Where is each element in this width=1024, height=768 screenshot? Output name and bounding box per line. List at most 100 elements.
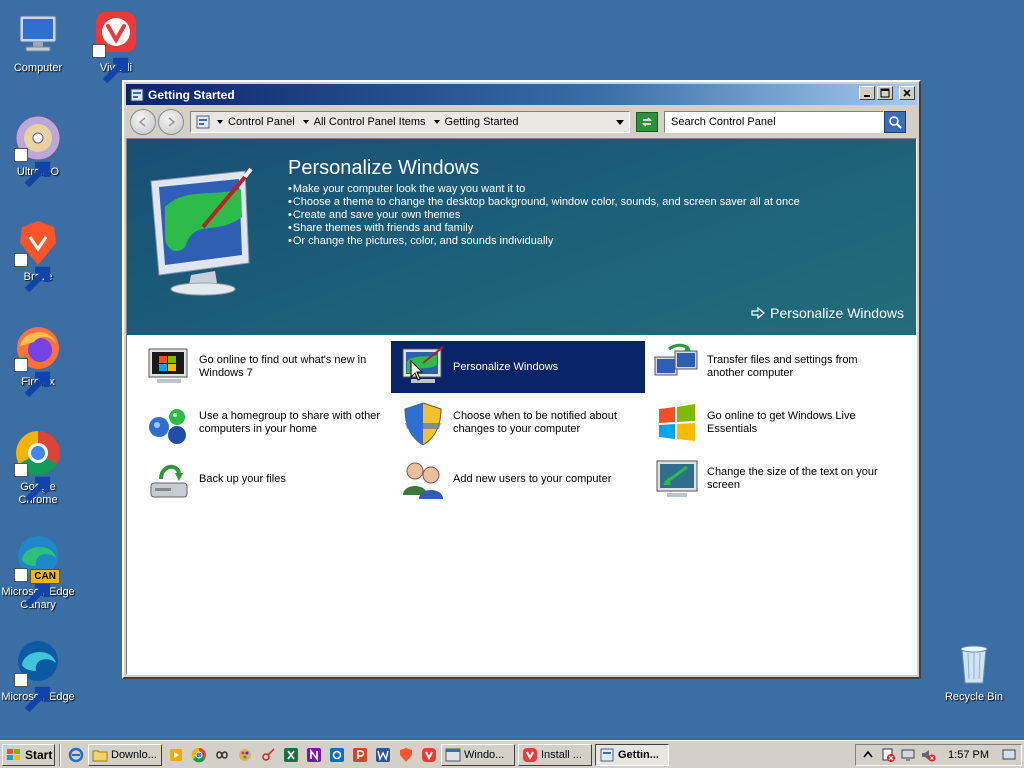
taskbar-button-getting-started[interactable]: Gettin... [595,743,669,766]
sniping-icon[interactable] [257,744,279,766]
forward-button[interactable] [158,109,184,135]
start-button[interactable]: Start [2,743,55,766]
media-icon[interactable] [165,744,187,766]
taskbar-button-install[interactable]: Install ... [518,743,592,766]
breadcrumb-control-panel[interactable]: Control Panel [217,116,295,128]
hero-bullet: Make your computer look the way you want… [288,183,800,196]
task-personalize-windows[interactable]: Personalize Windows [391,341,645,393]
chevron-down-icon[interactable] [615,117,625,127]
homegroup-icon [145,399,193,447]
back-button[interactable] [130,109,156,135]
system-tray: 1:57 PM [855,743,1022,766]
windows-flag-icon [7,748,20,760]
task-label: Transfer files and settings from another… [707,354,858,379]
shortcut-arrow-icon [14,358,51,398]
paint-icon[interactable] [234,744,256,766]
control-panel-icon [130,88,144,102]
desktop-icon-brave[interactable]: Brave [0,219,76,293]
refresh-icon [642,117,652,127]
task-label: Change the size of the text on your scre… [707,466,878,491]
maximize-button[interactable] [877,86,893,100]
vivaldi-icon [523,747,537,762]
task-label: Add new users to your computer [453,472,612,485]
desktop-icon-edge[interactable]: Microsoft Edge [0,639,76,713]
hero-bullet: Share themes with friends and family [288,222,800,235]
firefox-icon [14,324,62,398]
edge-icon [14,639,62,713]
task-label: Personalize Windows [453,360,559,373]
hero-bullet: Create and save your own themes [288,209,800,222]
desktop-icon-edge-canary[interactable]: CAN Microsoft Edge Canary [0,534,76,612]
forward-arrow-icon [168,117,176,127]
minimize-button[interactable] [859,86,875,100]
task-backup[interactable]: Back up your files [137,453,391,505]
task-windows-live[interactable]: Go online to get Windows Live Essentials [645,397,899,449]
brave-icon [14,219,62,293]
folder-icon [92,750,108,761]
search-input[interactable] [671,116,877,128]
desktop-icon-vivaldi[interactable]: Vivaldi [78,10,154,84]
clock[interactable]: 1:57 PM [948,749,989,761]
uac-shield-icon [399,399,447,447]
internet-explorer-icon[interactable] [65,744,87,766]
arrow-right-icon [751,306,766,320]
transfer-icon [653,343,701,391]
infinity-icon[interactable] [211,744,233,766]
address-bar[interactable]: Control Panel All Control Panel Items Ge… [190,111,630,133]
network-icon[interactable] [900,747,916,763]
breadcrumb-all-items[interactable]: All Control Panel Items [302,116,426,128]
volume-muted-icon[interactable] [920,747,936,763]
hero-bullet: Choose a theme to change the desktop bac… [288,196,800,209]
window-title: Getting Started [148,87,235,102]
personalize-windows-link[interactable]: Personalize Windows [751,305,904,321]
onenote-icon[interactable] [303,744,325,766]
task-homegroup[interactable]: Use a homegroup to share with other comp… [137,397,391,449]
action-center-icon[interactable] [880,747,896,763]
vivaldi-icon[interactable] [418,744,440,766]
search-field[interactable] [664,111,884,133]
edge-canary-icon: CAN [14,534,62,608]
desktop-icon-recycle-bin[interactable]: Recycle Bin [936,639,1012,704]
brave-icon[interactable] [395,744,417,766]
desktop-icon-firefox[interactable]: Firefox [0,324,76,398]
powerpoint-icon[interactable] [349,744,371,766]
task-label: Back up your files [199,472,286,485]
shortcut-arrow-icon [14,673,51,713]
hero-bullet-list: Make your computer look the way you want… [288,183,800,248]
users-icon [399,455,447,503]
search-button[interactable] [884,111,906,133]
whats-new-icon [145,343,193,391]
desktop-icon-chrome[interactable]: Google Chrome [0,429,76,507]
breadcrumb-getting-started[interactable]: Getting Started [433,116,519,128]
control-panel-icon [195,114,211,130]
ultraiso-icon [14,114,62,188]
task-add-users[interactable]: Add new users to your computer [391,453,645,505]
refresh-button[interactable] [636,112,658,132]
task-label: Use a homegroup to share with other comp… [199,410,380,435]
shortcut-arrow-icon [14,463,51,503]
shortcut-arrow-icon [14,148,51,188]
windows-live-icon [653,399,701,447]
task-transfer-files[interactable]: Transfer files and settings from another… [645,341,899,393]
word-icon[interactable] [372,744,394,766]
outlook-icon[interactable] [326,744,348,766]
taskbar-button-downloads[interactable]: Downlo... [88,743,162,766]
taskbar-button-window[interactable]: Windo... [441,743,515,766]
desktop-icon-label: Computer [13,62,63,74]
task-text-size[interactable]: Change the size of the text on your scre… [645,453,899,505]
chevron-right-icon [302,120,309,124]
close-button[interactable] [899,86,915,100]
show-desktop-icon[interactable] [1001,747,1017,763]
title-bar[interactable]: Getting Started [126,84,917,105]
desktop-icon-ultraiso[interactable]: UltraISO [0,114,76,188]
excel-icon[interactable] [280,744,302,766]
task-whats-new[interactable]: Go online to find out what's new in Wind… [137,341,391,393]
task-notification-settings[interactable]: Choose when to be notified about changes… [391,397,645,449]
desktop-icon-computer[interactable]: Computer [0,10,76,75]
chevron-up-icon[interactable] [860,747,876,763]
hero-bullet: Or change the pictures, color, and sound… [288,235,800,248]
address-row: Control Panel All Control Panel Items Ge… [126,106,917,138]
chrome-icon[interactable] [188,744,210,766]
computer-icon [14,10,62,58]
personalize-monitor-icon [145,167,257,297]
